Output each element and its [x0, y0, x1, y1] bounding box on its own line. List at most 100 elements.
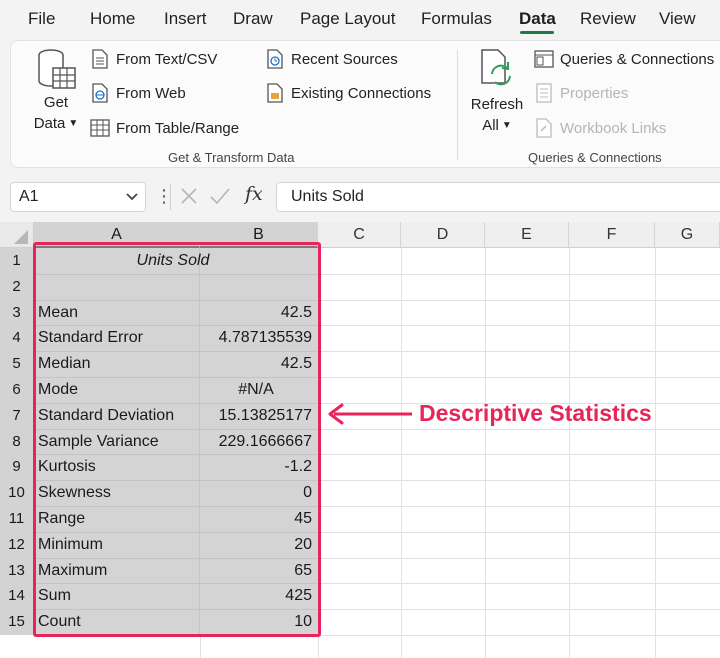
get-data-button[interactable]: Get Data ▼: [30, 46, 82, 136]
column-header-b[interactable]: B: [200, 222, 318, 248]
cancel-icon[interactable]: [178, 185, 200, 207]
recent-sources-button[interactable]: Recent Sources: [265, 49, 398, 69]
refresh-all-label-1: Refresh: [470, 96, 524, 113]
from-table-range-label: From Table/Range: [116, 119, 240, 137]
tab-file[interactable]: File: [28, 9, 55, 29]
stat-label[interactable]: Standard Error: [38, 325, 198, 351]
tab-insert[interactable]: Insert: [164, 9, 207, 29]
text-file-icon: [90, 49, 110, 69]
recent-clock-icon: [265, 49, 285, 69]
row-header-8[interactable]: 8: [0, 428, 34, 455]
menu-bar: File Home Insert Draw Page Layout Formul…: [0, 0, 720, 38]
row-header-7[interactable]: 7: [0, 402, 34, 429]
cell-a1-header[interactable]: Units Sold: [34, 248, 312, 274]
tab-page-layout[interactable]: Page Layout: [300, 9, 395, 29]
table-icon: [90, 118, 110, 138]
connection-file-icon: [265, 83, 285, 103]
row-header-14[interactable]: 14: [0, 583, 34, 610]
column-header-g[interactable]: G: [655, 222, 720, 248]
stat-label[interactable]: Skewness: [38, 480, 198, 506]
stat-label[interactable]: Maximum: [38, 558, 198, 584]
stat-value[interactable]: 65: [200, 558, 312, 584]
stat-label[interactable]: Range: [38, 506, 198, 532]
column-header-e[interactable]: E: [485, 222, 569, 248]
tab-review[interactable]: Review: [580, 9, 636, 29]
formula-bar-divider: [170, 184, 171, 210]
row-header-6[interactable]: 6: [0, 377, 34, 403]
insert-function-icon[interactable]: fx: [245, 183, 263, 205]
from-text-csv-button[interactable]: From Text/CSV: [90, 49, 217, 69]
existing-connections-button[interactable]: Existing Connections: [265, 83, 431, 103]
stat-value[interactable]: 229.1666667: [200, 429, 312, 455]
row-header-5[interactable]: 5: [0, 351, 34, 377]
workbook-links-button[interactable]: Workbook Links: [534, 118, 666, 138]
stat-value[interactable]: 10: [200, 609, 312, 635]
chevron-down-icon[interactable]: [124, 188, 140, 204]
column-header-d[interactable]: D: [401, 222, 485, 248]
tab-draw[interactable]: Draw: [233, 9, 273, 29]
tab-data[interactable]: Data: [519, 9, 556, 29]
row-header-12[interactable]: 12: [0, 531, 34, 558]
queries-pane-icon: [534, 49, 554, 69]
stat-label[interactable]: Count: [38, 609, 198, 635]
stat-label[interactable]: Mode: [38, 377, 198, 403]
stat-value[interactable]: 4.787135539: [200, 325, 312, 351]
web-page-icon: [90, 83, 110, 103]
confirm-check-icon[interactable]: [208, 185, 232, 207]
group-label-queries-connections: Queries & Connections: [528, 150, 662, 165]
row-header-2[interactable]: 2: [0, 273, 34, 300]
from-text-csv-label: From Text/CSV: [116, 50, 218, 68]
stat-value[interactable]: 45: [200, 506, 312, 532]
worksheet-grid: A B C D E F G 1 2 3 4 5 6 7 8 9 10 11 12: [0, 222, 720, 658]
refresh-all-button[interactable]: Refresh All ▼: [468, 46, 526, 138]
column-header-f[interactable]: F: [569, 222, 655, 248]
stat-value[interactable]: 425: [200, 583, 312, 609]
stat-label[interactable]: Median: [38, 351, 198, 377]
refresh-icon: [481, 49, 511, 86]
stat-value[interactable]: 42.5: [200, 300, 312, 326]
tab-formulas[interactable]: Formulas: [421, 9, 492, 29]
queries-connections-button[interactable]: Queries & Connections: [534, 49, 714, 69]
stat-label[interactable]: Standard Deviation: [38, 403, 198, 429]
select-all-corner[interactable]: [0, 222, 34, 248]
row-header-11[interactable]: 11: [0, 506, 34, 532]
properties-button[interactable]: Properties: [534, 83, 628, 103]
chevron-down-icon: ▼: [501, 120, 512, 131]
stat-label[interactable]: Kurtosis: [38, 454, 198, 480]
row-header-9[interactable]: 9: [0, 454, 34, 481]
column-header-c[interactable]: C: [318, 222, 401, 248]
stat-label[interactable]: Mean: [38, 300, 198, 326]
queries-connections-label: Queries & Connections: [560, 50, 715, 68]
stat-value[interactable]: 20: [200, 532, 312, 558]
database-table-icon: [38, 49, 76, 89]
stat-value[interactable]: 42.5: [200, 351, 312, 377]
stat-label[interactable]: Sum: [38, 583, 198, 609]
grid-line: [34, 635, 720, 636]
properties-icon: [534, 83, 554, 103]
stat-value[interactable]: #N/A: [200, 377, 312, 403]
stat-value[interactable]: -1.2: [200, 454, 312, 480]
row-header-4[interactable]: 4: [0, 325, 34, 352]
refresh-all-label-2: All: [482, 117, 499, 134]
formula-input[interactable]: Units Sold: [276, 182, 720, 212]
active-tab-indicator: [520, 31, 554, 34]
stat-label[interactable]: Sample Variance: [38, 429, 198, 455]
existing-connections-label: Existing Connections: [291, 84, 432, 102]
tab-home[interactable]: Home: [90, 9, 135, 29]
row-header-3[interactable]: 3: [0, 299, 34, 326]
stat-value[interactable]: 0: [200, 480, 312, 506]
get-data-label-2: Data: [33, 115, 66, 132]
arrow-left-icon: [328, 403, 412, 425]
from-table-range-button[interactable]: From Table/Range: [90, 118, 239, 138]
stat-label[interactable]: Minimum: [38, 532, 198, 558]
row-header-15[interactable]: 15: [0, 609, 34, 635]
get-data-label-1: Get: [43, 94, 69, 111]
column-header-a[interactable]: A: [34, 222, 200, 248]
tab-view[interactable]: View: [659, 9, 696, 29]
row-header-10[interactable]: 10: [0, 480, 34, 506]
stat-value[interactable]: 15.13825177: [200, 403, 312, 429]
row-header-1[interactable]: 1: [0, 248, 34, 274]
row-header-13[interactable]: 13: [0, 557, 34, 584]
from-web-button[interactable]: From Web: [90, 83, 186, 103]
workbook-links-icon: [534, 118, 554, 138]
